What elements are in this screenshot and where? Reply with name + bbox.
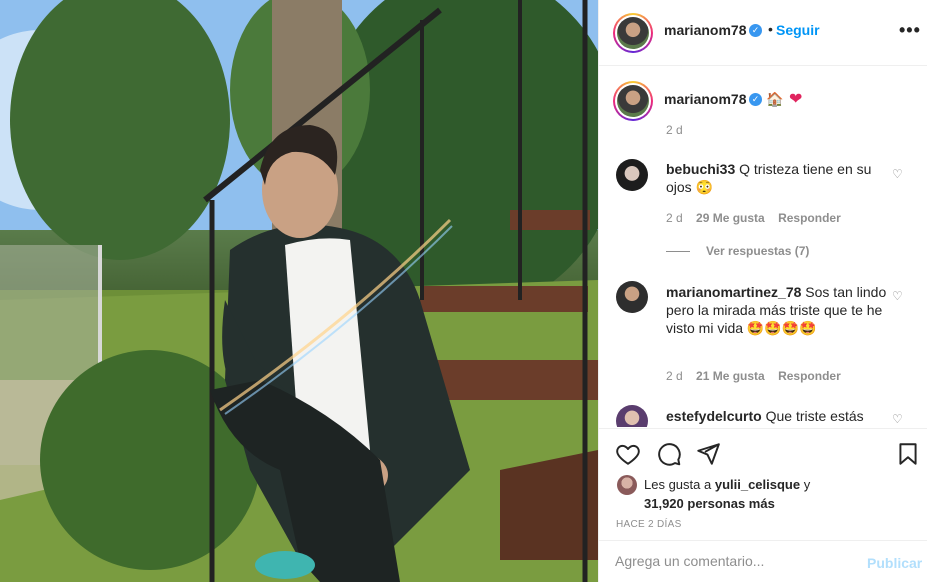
view-replies-button[interactable]: Ver respuestas (7): [666, 244, 809, 258]
save-bookmark-icon[interactable]: [895, 441, 921, 467]
like-comment-heart-icon[interactable]: ♡: [892, 289, 903, 303]
comment-username[interactable]: estefydelcurto: [666, 408, 762, 424]
post-timestamp[interactable]: HACE 2 DÍAS: [616, 519, 682, 530]
caption-username[interactable]: marianom78: [664, 91, 746, 107]
verified-badge-icon: ✓: [749, 24, 762, 37]
author-avatar[interactable]: [613, 13, 653, 53]
comment-age: 2 d: [666, 211, 683, 225]
publish-button[interactable]: Publicar: [867, 555, 922, 571]
house-emoji: 🏠: [766, 91, 784, 107]
more-options-icon[interactable]: •••: [899, 20, 921, 41]
caption-age: 2 d: [666, 123, 683, 137]
author-username[interactable]: marianom78: [664, 22, 746, 38]
comment-likes[interactable]: 29 Me gusta: [696, 211, 765, 225]
like-comment-heart-icon[interactable]: ♡: [892, 412, 903, 426]
follow-button[interactable]: Seguir: [776, 22, 820, 38]
liker-username[interactable]: yulii_celisque: [715, 477, 800, 492]
photo-illustration: [0, 0, 598, 582]
comments-list[interactable]: marianom78 ✓ 🏠 ❤ 2 d bebuchi33 Q tristez…: [599, 67, 927, 427]
likes-prefix: Les gusta a: [644, 477, 712, 492]
comment-text: Que triste estás: [765, 408, 864, 424]
liker-avatar[interactable]: [617, 475, 637, 495]
caption-author-avatar[interactable]: [613, 81, 653, 121]
like-comment-heart-icon[interactable]: ♡: [892, 167, 903, 181]
commenter-avatar[interactable]: [616, 159, 648, 191]
comment-icon[interactable]: [656, 441, 682, 467]
likes-count[interactable]: 31,920 personas más: [644, 496, 775, 511]
comment-username[interactable]: marianomartinez_78: [666, 284, 801, 300]
verified-badge-icon: ✓: [749, 93, 762, 106]
likes-summary: Les gusta a yulii_celisque y 31,920 pers…: [644, 475, 810, 513]
share-paper-plane-icon[interactable]: [695, 441, 721, 467]
post-details-panel: marianom78 ✓ • Seguir ••• marianom78 ✓ 🏠…: [598, 0, 927, 582]
comment-age: 2 d: [666, 369, 683, 383]
commenter-avatar[interactable]: [616, 405, 648, 427]
likes-conjunction: y: [803, 477, 811, 492]
reply-button[interactable]: Responder: [778, 211, 841, 225]
comment-username[interactable]: bebuchi33: [666, 161, 735, 177]
commenter-avatar[interactable]: [616, 281, 648, 313]
add-comment-bar: Publicar: [599, 540, 927, 582]
comment-likes[interactable]: 21 Me gusta: [696, 369, 765, 383]
reply-button[interactable]: Responder: [778, 369, 841, 383]
post-header: marianom78 ✓ • Seguir •••: [599, 0, 927, 66]
post-photo[interactable]: [0, 0, 598, 582]
like-heart-icon[interactable]: [615, 441, 641, 467]
post-actions: Les gusta a yulii_celisque y 31,920 pers…: [599, 428, 927, 540]
separator-dot: •: [768, 21, 773, 37]
comment-input[interactable]: [615, 553, 845, 569]
heart-emoji: ❤: [789, 91, 803, 108]
